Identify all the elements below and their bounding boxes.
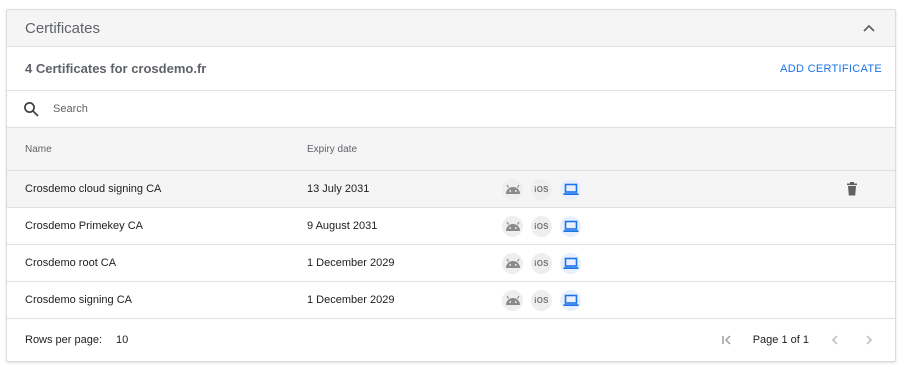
ios-icon: iOS	[531, 252, 552, 274]
ios-icon: iOS	[531, 289, 552, 311]
table-row[interactable]: Crosdemo root CA 1 December 2029 iOS	[7, 245, 895, 282]
certificates-panel: Certificates 4 Certificates for crosdemo…	[6, 9, 896, 362]
android-icon	[502, 252, 523, 274]
certificate-expiry: 1 December 2029	[307, 257, 395, 269]
rows-per-page-label: Rows per page:	[25, 334, 103, 346]
platform-icons: iOS	[502, 252, 832, 274]
table-row[interactable]: Crosdemo Primekey CA 9 August 2031 iOS	[7, 208, 895, 245]
next-page-icon[interactable]	[861, 332, 877, 348]
certificate-expiry: 9 August 2031	[307, 220, 378, 232]
certificate-name: Crosdemo cloud signing CA	[25, 183, 162, 195]
certificate-name: Crosdemo root CA	[25, 257, 117, 269]
platform-icons: iOS	[502, 289, 832, 311]
column-header-expiry[interactable]: Expiry date	[307, 144, 502, 155]
table-row[interactable]: Crosdemo signing CA 1 December 2029 iOS	[7, 282, 895, 319]
previous-page-icon[interactable]	[827, 332, 843, 348]
table-body: Crosdemo cloud signing CA 13 July 2031 i…	[7, 171, 895, 319]
search-bar	[7, 91, 895, 128]
ios-icon: iOS	[531, 215, 552, 237]
laptop-icon	[560, 178, 581, 200]
android-icon	[502, 215, 523, 237]
page-indicator: Page 1 of 1	[752, 334, 809, 346]
android-icon	[502, 178, 523, 200]
row-actions	[832, 182, 872, 196]
panel-title: Certificates	[25, 19, 101, 37]
platform-icons: iOS	[502, 178, 832, 200]
android-icon	[502, 289, 523, 311]
first-page-icon[interactable]	[719, 332, 735, 348]
laptop-icon	[560, 252, 581, 274]
ios-icon: iOS	[531, 178, 552, 200]
add-certificate-button[interactable]: ADD CERTIFICATE	[780, 63, 882, 75]
table-row[interactable]: Crosdemo cloud signing CA 13 July 2031 i…	[7, 171, 895, 208]
table-header: Name Expiry date	[7, 128, 895, 171]
certificate-name: Crosdemo Primekey CA	[25, 220, 143, 232]
column-header-name[interactable]: Name	[7, 144, 307, 155]
certificate-name: Crosdemo signing CA	[25, 294, 132, 306]
panel-header[interactable]: Certificates	[7, 10, 895, 47]
platform-icons: iOS	[502, 215, 832, 237]
laptop-icon	[560, 215, 581, 237]
search-icon	[23, 101, 39, 117]
delete-icon[interactable]	[846, 182, 858, 196]
summary-row: 4 Certificates for crosdemo.fr ADD CERTI…	[7, 47, 895, 91]
table-footer: Rows per page: 10 Page 1 of 1	[7, 319, 895, 361]
certificate-expiry: 13 July 2031	[307, 183, 370, 195]
certificate-count: 4 Certificates for crosdemo.fr	[25, 61, 207, 76]
laptop-icon	[560, 289, 581, 311]
chevron-up-icon[interactable]	[861, 20, 877, 36]
rows-per-page-select[interactable]: 10	[116, 334, 128, 346]
certificate-expiry: 1 December 2029	[307, 294, 395, 306]
search-input[interactable]	[51, 102, 355, 116]
